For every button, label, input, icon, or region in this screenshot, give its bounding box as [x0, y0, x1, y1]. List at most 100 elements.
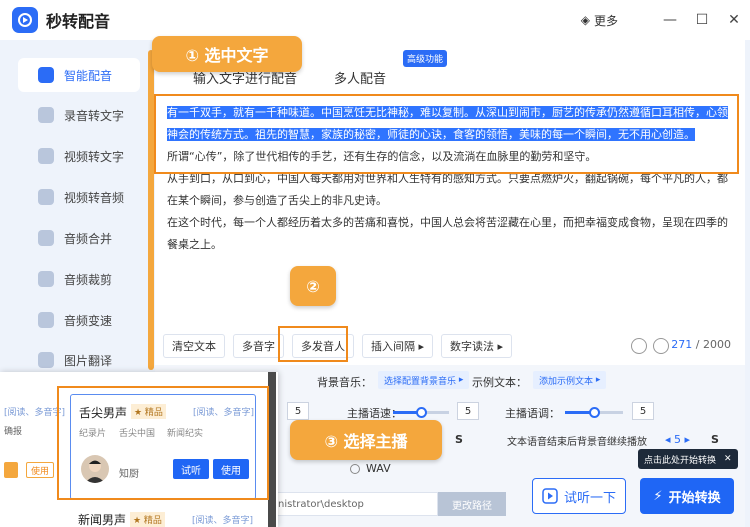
undo-icon[interactable]: [631, 338, 647, 354]
sidebar-item-label: 智能配音: [64, 68, 113, 83]
pitch-slider-knob[interactable]: [589, 407, 600, 418]
bg-music-label: 背景音乐：: [317, 376, 372, 389]
bg-music-button[interactable]: 选择配置背景音乐 ▸: [378, 371, 470, 389]
bg-continue-unit: S: [711, 433, 719, 446]
wav-option[interactable]: WAV: [350, 462, 391, 475]
app-window: 秒转配音 ◈ 更多 — ☐ ✕ 智能配音 录音转文字 视频转文字 视频转音频 音…: [0, 0, 750, 527]
sidebar-item-label: 图片翻译: [64, 353, 113, 368]
sidebar-item-recording-to-text[interactable]: 录音转文字: [18, 98, 140, 132]
tooltip-text: 点击此处开始转换: [644, 455, 717, 466]
button-label: 数字读法: [450, 340, 495, 353]
video-to-text-icon: [38, 148, 54, 164]
annotation-box-multi-voice: [278, 326, 348, 362]
callout-step-2: ②: [290, 266, 336, 306]
button-label: 使用: [31, 466, 50, 477]
more-label: 更多: [593, 13, 618, 28]
voice-tier-icon: [4, 462, 18, 478]
sidebar-item-label: 音频裁剪: [64, 272, 113, 287]
annotation-box-voice-card: [57, 386, 269, 500]
button-label: 开始转换: [668, 490, 721, 506]
sample-text-label: 示例文本：: [472, 376, 527, 389]
tab-label: 多人配音: [333, 71, 386, 87]
image-translate-icon: [38, 352, 54, 368]
use-button[interactable]: 使用: [26, 462, 55, 478]
audio-speed-icon: [38, 312, 54, 328]
start-tooltip: 点击此处开始转换 ✕: [638, 449, 738, 469]
sidebar-item-label: 音频合并: [64, 231, 113, 246]
button-label: 清空文本: [172, 340, 216, 353]
callout-text: ③ 选择主播: [324, 432, 408, 451]
close-icon[interactable]: ✕: [724, 454, 732, 464]
bg-continue-stepper[interactable]: ◂ 5 ▸: [665, 433, 690, 446]
clear-text-button[interactable]: 清空文本: [163, 334, 225, 358]
polyphone-button[interactable]: 多音字: [233, 334, 284, 358]
char-count: 271: [671, 338, 693, 351]
trial-listen-button[interactable]: 试听一下: [532, 478, 626, 514]
sidebar-item-label: 录音转文字: [64, 108, 125, 123]
callout-step-1: ① 选中文字: [152, 36, 302, 72]
redo-icon[interactable]: [653, 338, 669, 354]
speed-slider-knob[interactable]: [416, 407, 427, 418]
sidebar-item-label: 视频转文字: [64, 149, 125, 164]
button-label: 选择配置背景音乐: [384, 376, 457, 387]
editor-line-4: 在这个时代，每一个人都经历着太多的苦痛和喜悦，中国人总会将苦涩藏在心里，而把幸福…: [167, 216, 728, 251]
audio-merge-icon: [38, 230, 54, 246]
tab-multi-dubbing[interactable]: 多人配音: [305, 62, 415, 92]
callout-text: ②: [306, 276, 320, 296]
wav-label: WAV: [366, 462, 391, 475]
sidebar-item-audio-speed[interactable]: 音频变速: [18, 303, 140, 337]
sample-text-button[interactable]: 添加示例文本 ▸: [533, 371, 607, 389]
bg-continue-label: 文本语音结束后背景音继续播放: [507, 437, 647, 448]
speed-value-box[interactable]: 5: [457, 402, 479, 420]
sidebar-item-video-to-audio[interactable]: 视频转音频: [18, 180, 140, 214]
sidebar-item-smart-dubbing[interactable]: 智能配音: [18, 58, 140, 92]
voice-tag: [阅读、多音字]: [4, 408, 66, 418]
callout-text: ① 选中文字: [185, 46, 269, 65]
sidebar-item-label: 音频变速: [64, 313, 113, 328]
more-button[interactable]: ◈ 更多: [581, 12, 618, 29]
play-icon: [542, 488, 558, 504]
button-label: 添加示例文本: [539, 376, 594, 387]
left-value-box[interactable]: 5: [287, 402, 309, 420]
smart-dubbing-icon: [38, 67, 54, 83]
recording-to-text-icon: [38, 107, 54, 123]
button-label: 更改路径: [452, 500, 492, 512]
app-logo: [12, 7, 38, 33]
char-max: / 2000: [695, 338, 731, 351]
callout-step-3: ③ 选择主播: [290, 420, 442, 460]
bg-continue-value: 5: [674, 433, 682, 446]
sidebar-item-audio-merge[interactable]: 音频合并: [18, 221, 140, 255]
voice-tier-badge: ★ 精品: [130, 512, 165, 527]
sidebar-item-audio-trim[interactable]: 音频裁剪: [18, 262, 140, 296]
char-counter: 271 / 2000: [671, 338, 731, 351]
layers-icon: ◈: [580, 13, 590, 27]
change-path-button[interactable]: 更改路径: [438, 492, 506, 516]
pitch-label: 主播语调：: [505, 407, 560, 420]
s-unit: S: [455, 433, 463, 446]
sidebar-item-video-to-text[interactable]: 视频转文字: [18, 139, 140, 173]
voice-tag: [阅读、多音字]: [192, 516, 254, 526]
pitch-slider[interactable]: [565, 407, 623, 418]
advanced-badge: 高级功能: [403, 50, 448, 67]
sidebar-item-label: 视频转音频: [64, 190, 125, 205]
button-label: 插入间隔: [371, 340, 415, 353]
pitch-value-box[interactable]: 5: [632, 402, 654, 420]
voice-panel-scrollbar[interactable]: [268, 372, 276, 527]
button-label: 多音字: [242, 340, 275, 353]
button-label: 试听一下: [563, 490, 616, 506]
convert-icon: ⚡: [653, 488, 663, 504]
insert-pause-button[interactable]: 插入间隔 ▸: [362, 334, 434, 358]
output-path-input[interactable]: nistrator\desktop: [275, 492, 438, 516]
voice-category: 确报: [4, 427, 23, 437]
editor-line-3: 从手到口，从口到心，中国人每天都用对世界和人生特有的感知方式。只要点燃炉火，翻起…: [167, 172, 728, 207]
close-icon[interactable]: ✕: [718, 12, 750, 28]
maximize-icon[interactable]: ☐: [686, 12, 718, 28]
digit-read-button[interactable]: 数字读法 ▸: [441, 334, 513, 358]
speed-slider[interactable]: [393, 407, 449, 418]
voice-card[interactable]: 新闻男声 ★ 精品 [阅读、多音字]: [70, 504, 256, 527]
start-convert-button[interactable]: ⚡ 开始转换: [640, 478, 734, 514]
wav-radio[interactable]: [350, 463, 360, 474]
path-text: nistrator\desktop: [278, 498, 364, 510]
minimize-icon[interactable]: —: [654, 12, 686, 28]
annotation-box-text: [154, 94, 739, 174]
